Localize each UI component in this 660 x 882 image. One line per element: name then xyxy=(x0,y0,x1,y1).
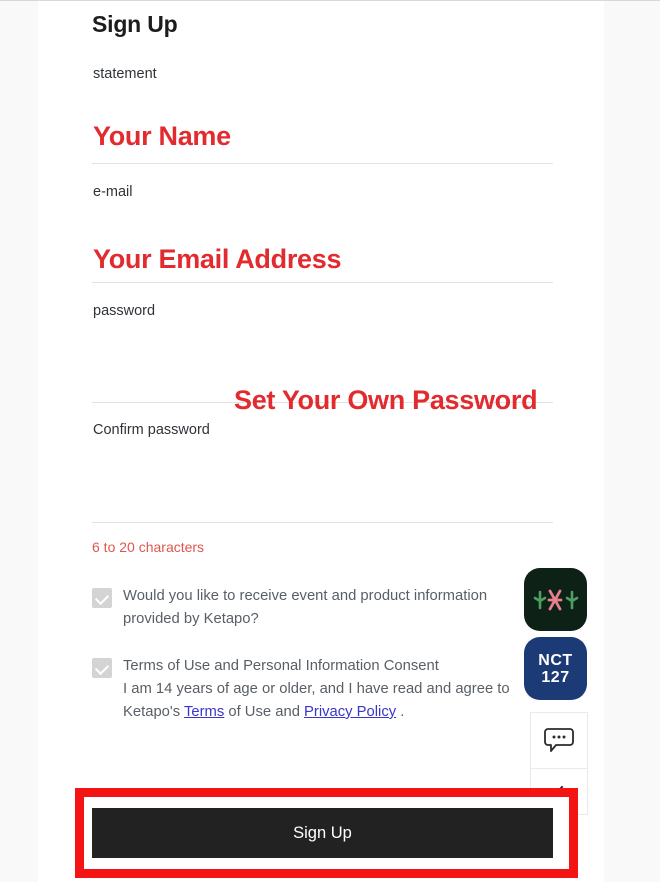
annotation-your-email-address: Your Email Address xyxy=(93,244,342,274)
field-label-confirm-password: Confirm password xyxy=(93,422,210,438)
terms-line-2: I am 14 years of age or older, and I hav… xyxy=(123,681,510,697)
terms-line-3-prefix: Ketapo's xyxy=(123,704,184,720)
terms-line-1: Terms of Use and Personal Information Co… xyxy=(123,658,439,674)
agreement-text-terms: Terms of Use and Personal Information Co… xyxy=(123,655,510,724)
cactus-badge[interactable] xyxy=(524,568,587,631)
chat-widget-button[interactable] xyxy=(530,712,588,769)
field-divider-email xyxy=(92,282,553,283)
checkbox-terms-consent[interactable] xyxy=(92,658,112,678)
field-label-statement: statement xyxy=(93,66,157,82)
field-label-email: e-mail xyxy=(93,184,133,200)
field-label-password: password xyxy=(93,303,156,319)
page-title: Sign Up xyxy=(92,11,178,37)
nct-badge-line-2: 127 xyxy=(541,668,570,686)
agreement-row-marketing[interactable]: Would you like to receive event and prod… xyxy=(92,585,562,631)
nct-badge-line-1: NCT xyxy=(538,651,573,669)
field-divider-name xyxy=(92,163,553,164)
password-hint: 6 to 20 characters xyxy=(92,539,205,555)
agreement-text-marketing: Would you like to receive event and prod… xyxy=(123,585,487,631)
terms-line-3-middle: of Use and xyxy=(224,704,305,720)
signup-page-screen: Sign Up statement e-mail password Confir… xyxy=(0,0,660,882)
checkbox-marketing-consent[interactable] xyxy=(92,588,112,608)
chat-bubble-icon xyxy=(544,728,574,752)
privacy-policy-link[interactable]: Privacy Policy xyxy=(304,704,396,720)
nct-badge-text: NCT 127 xyxy=(538,652,572,686)
terms-line-3-suffix: . xyxy=(396,704,405,720)
marketing-line-2: provided by Ketapo? xyxy=(123,611,259,627)
agreement-row-terms[interactable]: Terms of Use and Personal Information Co… xyxy=(92,655,562,724)
signup-submit-button[interactable]: Sign Up xyxy=(92,808,553,858)
signup-form: Sign Up statement e-mail password Confir… xyxy=(38,1,604,882)
annotation-set-your-own-password: Set Your Own Password xyxy=(234,385,538,415)
page-content-column: Sign Up statement e-mail password Confir… xyxy=(38,1,604,882)
annotation-your-name: Your Name xyxy=(93,121,231,151)
terms-link[interactable]: Terms xyxy=(184,704,224,720)
field-divider-confirm-password xyxy=(92,522,553,523)
marketing-line-1: Would you like to receive event and prod… xyxy=(123,588,488,604)
cactus-icon xyxy=(533,589,578,610)
nct-127-badge[interactable]: NCT 127 xyxy=(524,637,587,700)
